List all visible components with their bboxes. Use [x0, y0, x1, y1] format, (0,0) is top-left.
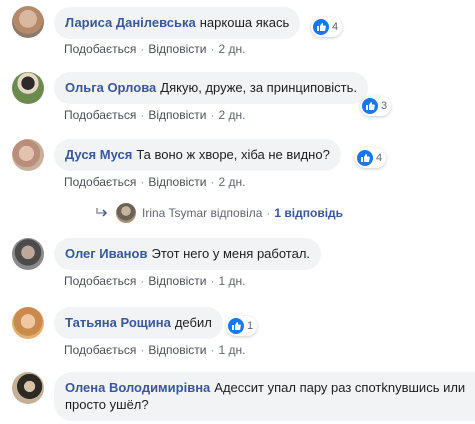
avatar[interactable]: [12, 6, 44, 38]
reply-link[interactable]: Відповісти: [148, 175, 206, 189]
comment-author[interactable]: Дуся Муся: [65, 147, 132, 162]
comment-bubble: Дуся Муся Та воно ж хворе, хіба не видно?: [54, 139, 341, 171]
comment-bubble: Олег Иванов Этот него у меня работал.: [54, 238, 322, 270]
comment-bubble: Ольга Орлова Дякую, друже, за принциповіс…: [54, 72, 369, 104]
like-link[interactable]: Подобається: [64, 175, 136, 189]
comment-author[interactable]: Лариса Данілевська: [65, 15, 196, 30]
comment-text: наркоша якась: [199, 15, 290, 30]
comment-time[interactable]: 2 дн.: [218, 108, 245, 122]
comment-author[interactable]: Ольга Орлова: [65, 80, 156, 95]
comment-text: Этот него у меня работал.: [151, 246, 311, 261]
avatar[interactable]: [12, 238, 44, 270]
reaction-count[interactable]: 1: [226, 316, 258, 336]
comment-text: дебил: [174, 315, 212, 330]
avatar[interactable]: [12, 72, 44, 104]
like-link[interactable]: Подобається: [64, 343, 136, 357]
comment-text: Дякую, друже, за принциповість.: [160, 80, 358, 95]
reaction-number: 4: [376, 152, 383, 164]
reaction-count[interactable]: 4: [311, 17, 343, 37]
like-link[interactable]: Подобається: [64, 108, 136, 122]
comment-author[interactable]: Олена Володимирівна: [65, 380, 210, 395]
reaction-number: 1: [247, 320, 254, 332]
comment-actions: Подобається · Відповісти · 1 дн.: [64, 343, 246, 357]
comment-actions: Подобається · Відповісти · 2 дн.: [64, 108, 246, 122]
comment-author[interactable]: Олег Иванов: [65, 246, 147, 261]
like-icon: [357, 150, 373, 166]
reply-action: відповіла: [210, 206, 263, 220]
reply-author[interactable]: Irina Tsymar: [142, 206, 207, 220]
comment-bubble: Татьяна Рощина дебил: [54, 307, 223, 339]
reply-link[interactable]: Відповісти: [148, 343, 206, 357]
comment-actions: Подобається · Відповісти · 2 дн.: [64, 42, 246, 56]
reaction-count[interactable]: 4: [355, 148, 387, 168]
comment-time[interactable]: 2 дн.: [218, 42, 245, 56]
comment-time[interactable]: 1 дн.: [218, 343, 245, 357]
comment-time[interactable]: 1 дн.: [218, 274, 245, 288]
reply-link[interactable]: Відповісти: [148, 108, 206, 122]
view-replies[interactable]: Irina Tsymar відповіла · 1 відповідь: [96, 203, 343, 223]
reply-link[interactable]: Відповісти: [148, 42, 206, 56]
comment-bubble: Лариса Данілевська наркоша якась: [54, 7, 301, 39]
like-icon: [313, 19, 329, 35]
comment-text: Та воно ж хворе, хіба не видно?: [136, 147, 330, 162]
comment-actions: Подобається · Відповісти · 1 дн.: [64, 274, 246, 288]
comment-time[interactable]: 2 дн.: [218, 175, 245, 189]
avatar[interactable]: [12, 372, 44, 404]
reaction-number: 3: [381, 100, 388, 112]
reaction-number: 4: [332, 21, 339, 33]
comment-bubble: Олена Володимирівна Адессит упал пару раз…: [54, 372, 475, 421]
reply-count[interactable]: 1 відповідь: [274, 206, 343, 220]
reaction-count[interactable]: 3: [360, 96, 392, 116]
reply-avatar: [116, 203, 136, 223]
like-link[interactable]: Подобається: [64, 42, 136, 56]
reply-arrow-icon: [96, 208, 108, 217]
like-icon: [362, 98, 378, 114]
like-icon: [228, 318, 244, 334]
comment-author[interactable]: Татьяна Рощина: [65, 315, 171, 330]
comment-actions: Подобається · Відповісти · 2 дн.: [64, 175, 246, 189]
avatar[interactable]: [12, 139, 44, 171]
avatar[interactable]: [12, 307, 44, 339]
reply-link[interactable]: Відповісти: [148, 274, 206, 288]
like-link[interactable]: Подобається: [64, 274, 136, 288]
